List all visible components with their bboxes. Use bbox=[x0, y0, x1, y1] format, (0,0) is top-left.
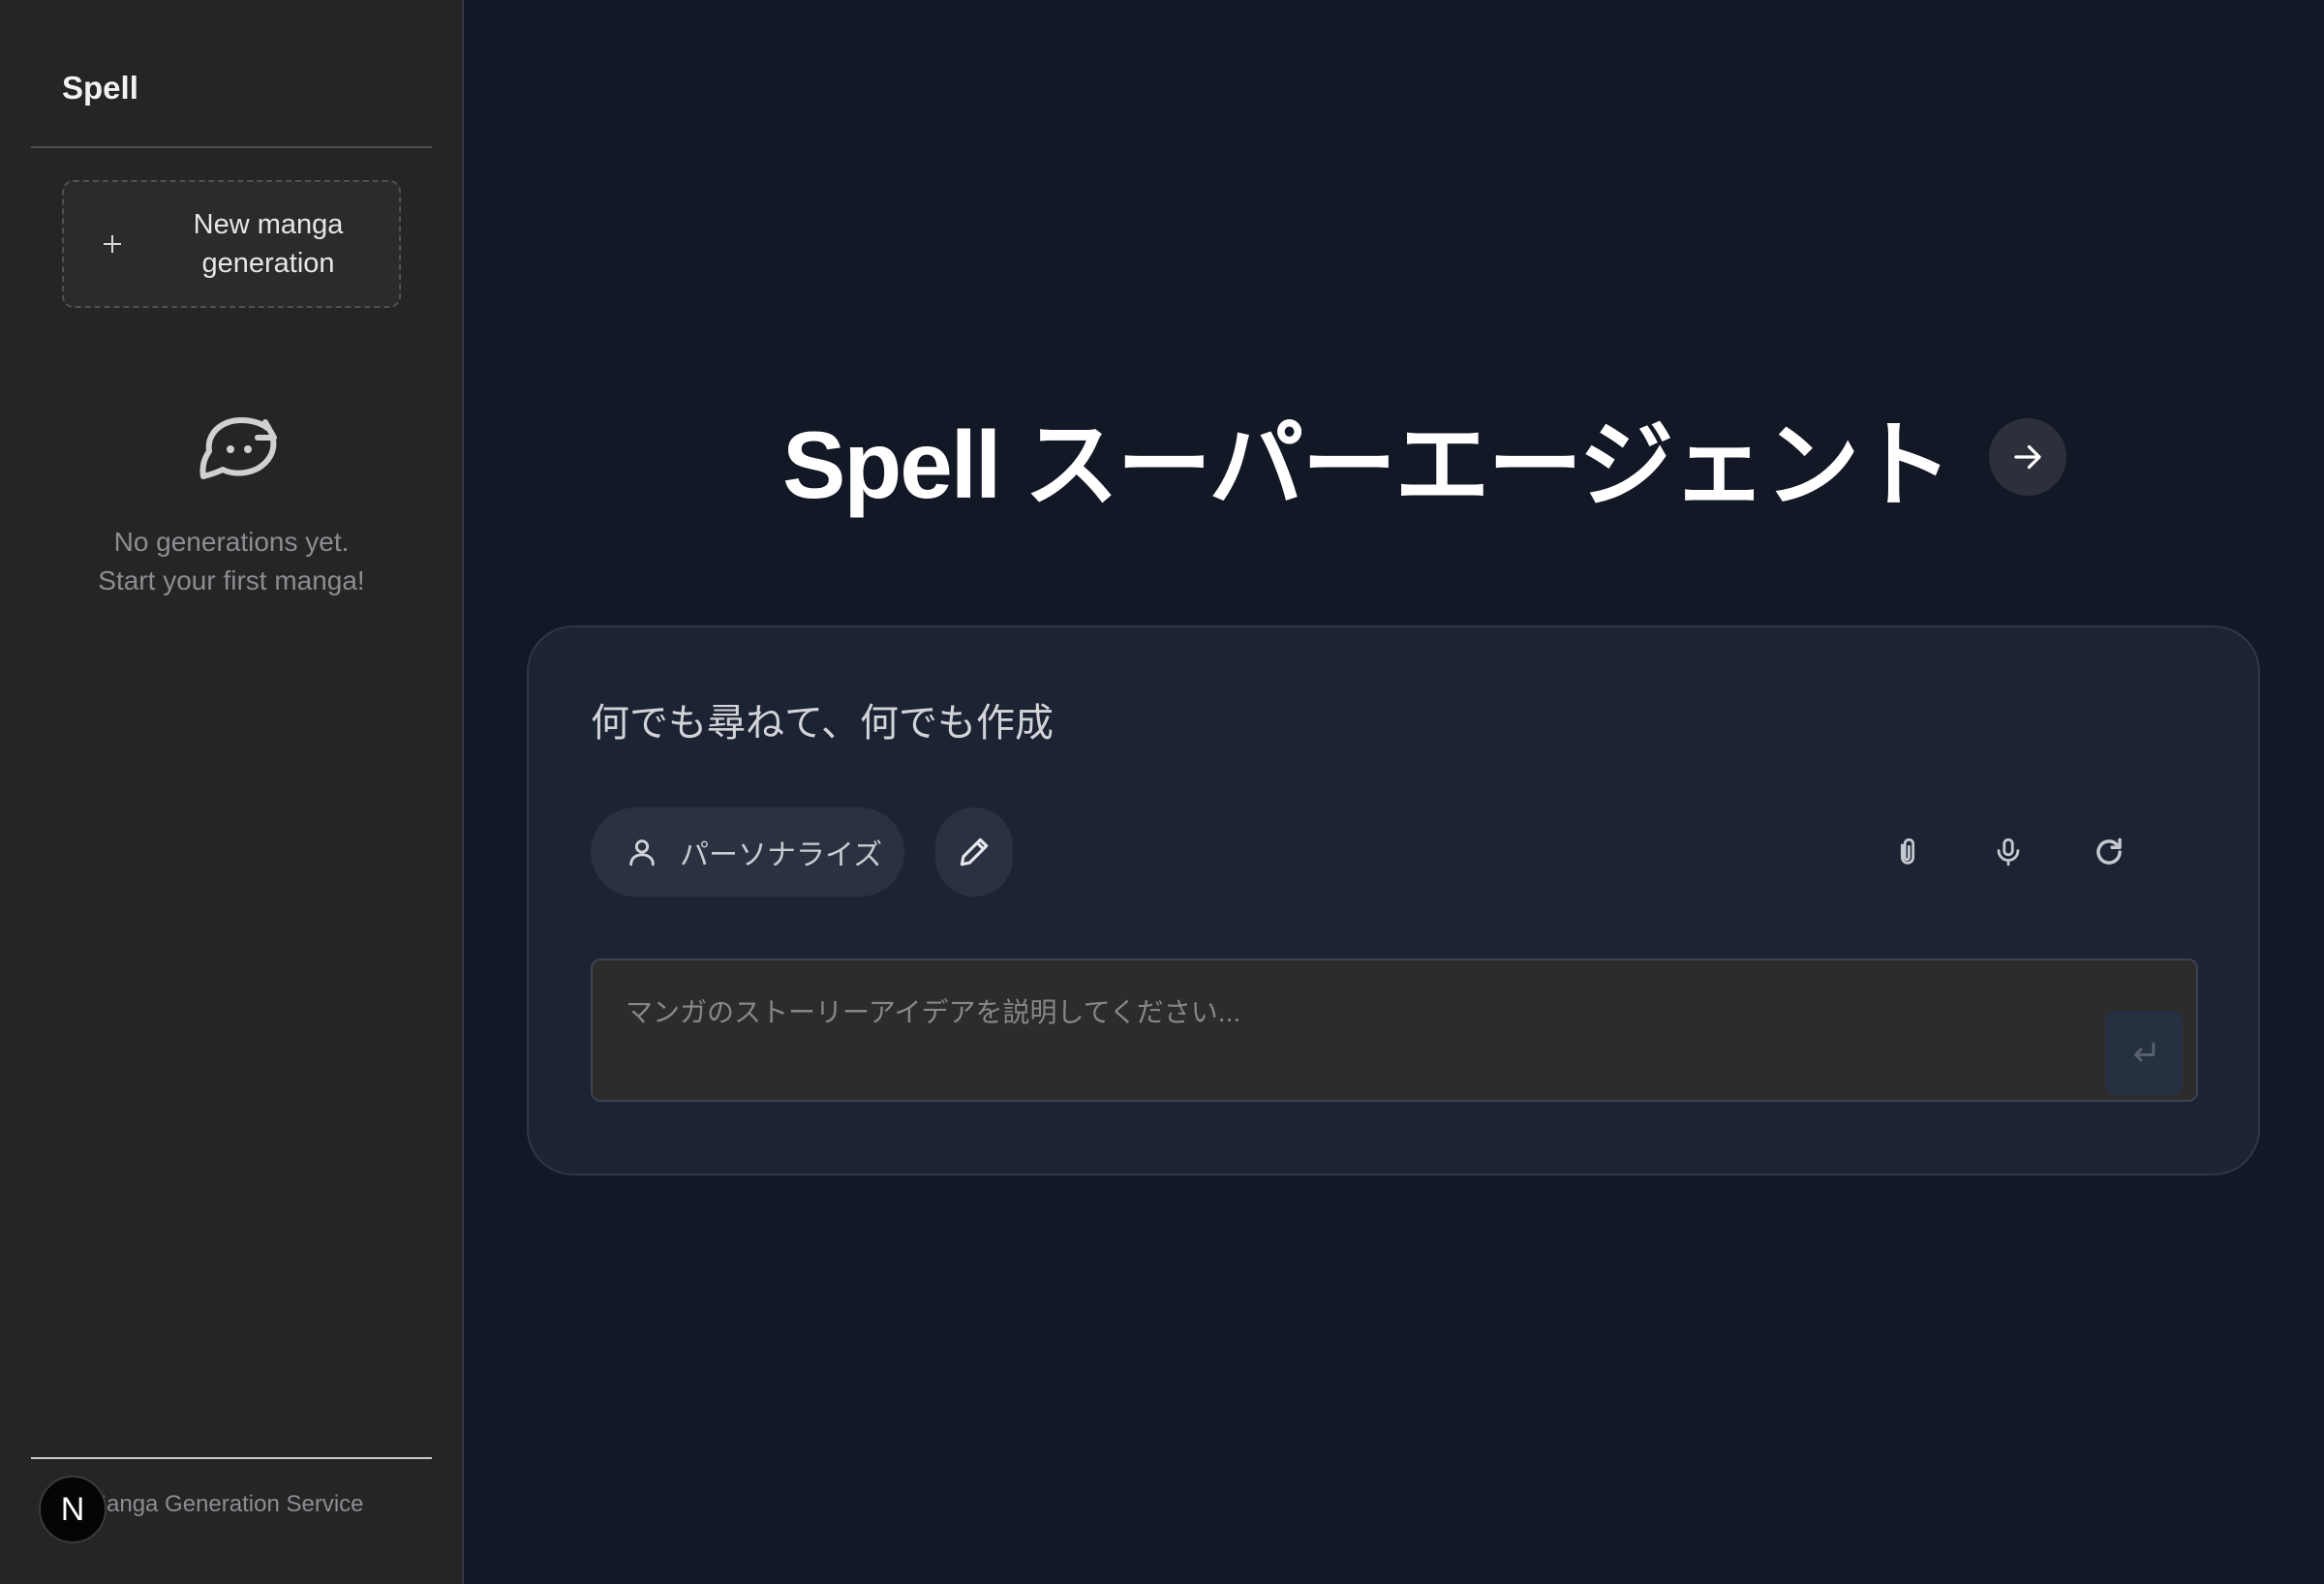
page-title: Spell スーパーエージェント bbox=[782, 411, 1952, 518]
empty-state-line-1: No generations yet. bbox=[113, 527, 350, 557]
refresh-button[interactable] bbox=[2080, 821, 2138, 883]
attach-button[interactable] bbox=[1879, 821, 1937, 883]
refresh-icon bbox=[2096, 838, 2122, 865]
microphone-icon bbox=[1997, 838, 2020, 867]
personalize-button[interactable]: パーソナライズ bbox=[591, 807, 904, 897]
new-generation-label: New manga generation bbox=[193, 209, 344, 279]
plus-icon bbox=[89, 221, 136, 267]
prompt-field-container bbox=[591, 959, 2198, 1102]
hero-arrow-button[interactable] bbox=[1989, 418, 2067, 496]
new-generation-button[interactable]: New manga generation bbox=[62, 180, 401, 308]
brand-name: Spell bbox=[62, 70, 138, 106]
personalize-label: パーソナライズ bbox=[680, 839, 883, 871]
card-heading: 何でも尋ねて、何でも作成 bbox=[591, 702, 1054, 745]
chat-bubble-icon bbox=[198, 416, 285, 490]
edit-button[interactable] bbox=[935, 807, 1013, 897]
arrow-right-icon bbox=[2014, 444, 2042, 470]
footer-text: Manga Generation Service bbox=[87, 1491, 364, 1517]
send-button[interactable] bbox=[2105, 1011, 2183, 1096]
sidebar-divider bbox=[31, 146, 432, 148]
prompt-input[interactable] bbox=[593, 960, 2196, 1100]
paperclip-icon bbox=[1900, 838, 1915, 865]
app-root: Spell New manga generation No generation… bbox=[0, 0, 2324, 1584]
enter-icon bbox=[2134, 1042, 2156, 1062]
sidebar: Spell New manga generation No generation… bbox=[0, 0, 464, 1584]
avatar[interactable]: N bbox=[39, 1476, 107, 1543]
prompt-card: 何でも尋ねて、何でも作成 パーソナライズ bbox=[527, 625, 2260, 1175]
voice-input-button[interactable] bbox=[1979, 821, 2037, 883]
pencil-icon bbox=[960, 838, 989, 867]
footer-service-name: Manga Generation Service bbox=[87, 1491, 416, 1518]
empty-state-message: No generations yet. Start your first man… bbox=[31, 523, 432, 600]
sidebar-footer-divider bbox=[31, 1457, 432, 1459]
empty-state-line-2: Start your first manga! bbox=[98, 565, 365, 595]
hero-header: Spell スーパーエージェント bbox=[782, 399, 2067, 518]
user-icon bbox=[629, 839, 655, 867]
